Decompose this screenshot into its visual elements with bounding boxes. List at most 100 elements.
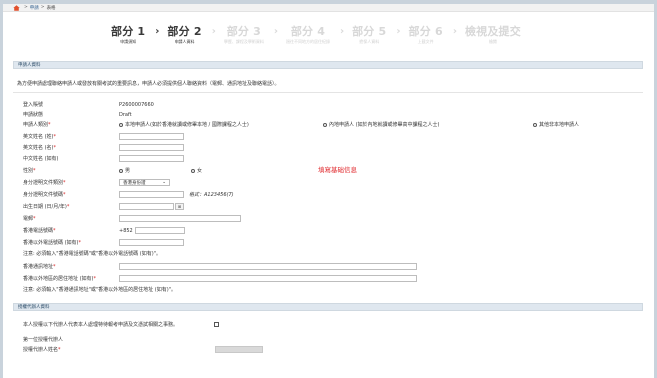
- required-mark: *: [63, 180, 66, 186]
- radio-icon[interactable]: [533, 122, 537, 127]
- breadcrumb-item-form: 表格: [46, 5, 56, 11]
- step-arrow-icon: ›: [211, 26, 216, 37]
- surname-label-text: 英文姓名 (姓): [23, 134, 54, 140]
- phone-note: 注意: 必須輸入"香港電話號碼"或"香港以外電話號碼 (如有)"。: [23, 251, 161, 257]
- step-2[interactable]: 部分 2 申請人資料: [167, 26, 201, 45]
- required-mark: *: [33, 216, 36, 222]
- radio-icon[interactable]: [323, 122, 327, 127]
- hk-phone-label: 香港電話號碼*: [23, 228, 56, 234]
- agent-name-label-text: 授權代辦人姓名: [23, 347, 59, 353]
- step-1[interactable]: 部分 1 申請須知: [111, 26, 145, 45]
- required-mark: *: [53, 145, 57, 151]
- step-subtitle: 檢閱: [488, 39, 497, 44]
- page-frame: > 申請 > 表格 部分 1 申請須知 › 部分 2 申請人資料 › 部分 3 …: [3, 4, 654, 378]
- given-name-label: 英文姓名 (名)*: [23, 145, 56, 151]
- id-no-label: 身分證明文件號碼*: [23, 192, 66, 198]
- other-address-label: 香港以外地區的居住地址 (如有)*: [23, 276, 96, 282]
- required-mark: *: [66, 204, 70, 210]
- step-4: 部分 4 過往不同地方的居住紀錄: [286, 26, 330, 45]
- section-header-agent: 授權代辦人資料: [13, 303, 643, 311]
- step-3: 部分 3 學歷、課程及學術資料: [224, 26, 264, 45]
- other-phone-label: 香港以外電話號碼 (如有)*: [23, 240, 81, 246]
- step-5: 部分 5 擔保人資料: [352, 26, 386, 45]
- authorize-checkbox[interactable]: [214, 322, 219, 327]
- address-note: 注意: 必須輸入"香港通訊地址"或"香港以外地區的居住地址 (如有)"。: [23, 287, 176, 293]
- step-subtitle: 申請人資料: [174, 39, 195, 44]
- other-phone-input[interactable]: [119, 239, 184, 246]
- basic-info-hint: 填寫基础信息: [318, 166, 357, 174]
- other-phone-label-text: 香港以外電話號碼 (如有): [23, 240, 79, 246]
- radio-icon[interactable]: [119, 122, 123, 127]
- hk-address-label: 香港通訊地址*: [23, 264, 56, 270]
- gender-option-male[interactable]: 男: [119, 168, 130, 174]
- dob-input[interactable]: [119, 203, 174, 210]
- id-format-hint: 格式：A123456(7): [189, 192, 234, 198]
- hk-phone-input[interactable]: [135, 227, 185, 234]
- id-type-select[interactable]: 香港身份證 ⌄: [119, 179, 170, 186]
- id-type-label-text: 身分證明文件類別: [23, 180, 64, 186]
- chevron-down-icon: ⌄: [162, 180, 166, 185]
- required-mark: *: [48, 122, 51, 128]
- step-subtitle: 申請須知: [120, 39, 137, 44]
- status-label: 申請狀態: [23, 112, 44, 118]
- section-header-applicant: 申請人資料: [13, 61, 643, 69]
- surname-input[interactable]: [119, 133, 184, 140]
- step-title: 部分 1: [111, 25, 146, 38]
- category-option-other[interactable]: 其他非本地申請人: [533, 122, 579, 128]
- step-title: 部分 2: [167, 25, 202, 38]
- email-input[interactable]: [119, 215, 241, 222]
- reg-label: 登入賬號: [23, 102, 44, 108]
- dob-label-text: 出生日期 (日/月/年): [23, 204, 67, 210]
- given-name-input[interactable]: [119, 144, 184, 151]
- required-mark: *: [78, 240, 82, 246]
- step-subtitle: 學歷、課程及學術資料: [223, 39, 264, 44]
- required-mark: *: [53, 264, 56, 270]
- divider: [13, 92, 643, 93]
- category-option-label: 本地申請人(如於香港就讀或修畢本地 / 國際課程之人士): [125, 122, 249, 128]
- category-option-label: 內地申請人 (如於內地就讀或修畢高中課程之人士): [329, 122, 440, 128]
- required-mark: *: [93, 276, 97, 282]
- chinese-name-input[interactable]: [119, 155, 184, 162]
- calendar-icon[interactable]: ⊞: [175, 203, 184, 210]
- other-address-input[interactable]: [119, 275, 417, 282]
- category-label-text: 申請人類別: [23, 122, 49, 128]
- gender-option-label: 男: [125, 168, 131, 174]
- step-title: 部分 5: [352, 25, 387, 38]
- step-arrow-icon: ›: [273, 26, 278, 37]
- id-type-value: 香港身份證: [123, 180, 146, 186]
- dob-label: 出生日期 (日/月/年)*: [23, 204, 69, 210]
- step-subtitle: 過往不同地方的居住紀錄: [285, 39, 330, 44]
- step-subtitle: 擔保人資料: [359, 39, 380, 44]
- step-progress: 部分 1 申請須知 › 部分 2 申請人資料 › 部分 3 學歷、課程及學術資料…: [3, 12, 654, 50]
- gender-option-female[interactable]: 女: [191, 168, 202, 174]
- status-value: Draft: [119, 112, 132, 118]
- step-title: 部分 3: [226, 25, 261, 38]
- first-agent-label: 第一位授權代辦人: [23, 337, 64, 343]
- category-option-local[interactable]: 本地申請人(如於香港就讀或修畢本地 / 國際課程之人士): [119, 122, 249, 128]
- hk-phone-label-text: 香港電話號碼: [23, 228, 54, 234]
- radio-icon[interactable]: [119, 168, 123, 173]
- required-mark: *: [63, 192, 66, 198]
- breadcrumb: > 申請 > 表格: [3, 4, 654, 12]
- step-title: 部分 6: [408, 25, 443, 38]
- step-arrow-icon: ›: [339, 26, 345, 37]
- contact-notice: 為方便申請處理聯絡申請人或發放有關考試的重要訊息，申請人必須提供個人聯絡資料（電…: [17, 81, 280, 87]
- id-no-input[interactable]: [119, 191, 184, 198]
- step-subtitle: 上載文件: [417, 39, 434, 44]
- hk-address-input[interactable]: [119, 263, 417, 270]
- id-no-label-text: 身分證明文件號碼: [23, 192, 64, 198]
- breadcrumb-separator: >: [40, 5, 45, 10]
- home-icon[interactable]: [13, 4, 20, 11]
- agent-name-input[interactable]: [215, 346, 263, 353]
- reg-value: P2600007660: [119, 102, 154, 108]
- step-title: 檢視及提交: [464, 25, 521, 38]
- hk-address-label-text: 香港通訊地址: [23, 264, 54, 270]
- breadcrumb-item-apply[interactable]: 申請: [30, 5, 39, 11]
- authorize-text: 本人授權以下代辦人代表本人處理特待報考申請及文憑試相關之事務。: [23, 322, 179, 328]
- radio-icon[interactable]: [191, 168, 195, 173]
- category-option-mainland[interactable]: 內地申請人 (如於內地就讀或修畢高中課程之人士): [323, 122, 440, 128]
- required-mark: *: [58, 347, 61, 353]
- step-arrow-icon: ›: [396, 26, 401, 37]
- agent-name-label: 授權代辦人姓名*: [23, 347, 61, 353]
- step-review: 檢視及提交 檢閱: [465, 26, 521, 45]
